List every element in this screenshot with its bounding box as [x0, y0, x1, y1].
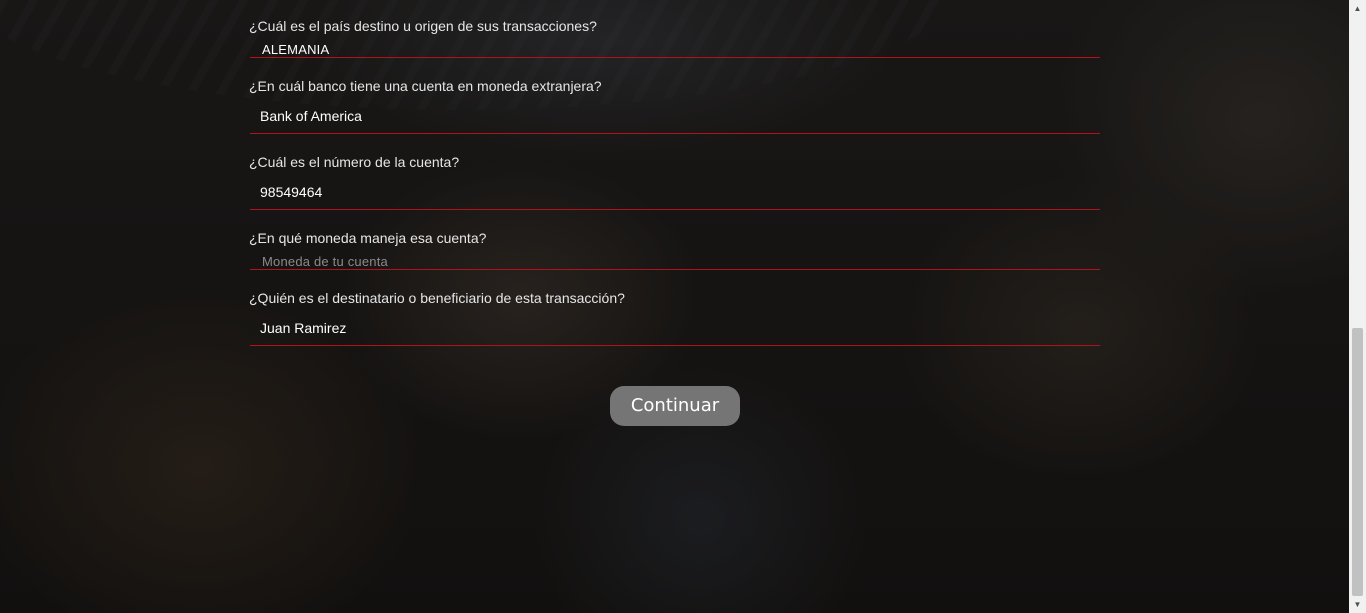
background-overlay	[0, 0, 1349, 613]
triangle-up-icon[interactable]: ▲	[1349, 0, 1366, 17]
country-input[interactable]	[262, 40, 1082, 58]
scrollbar-thumb[interactable]	[1352, 328, 1363, 596]
beneficiary-underline	[250, 345, 1100, 346]
account-number-underline	[250, 209, 1100, 210]
beneficiary-label: ¿Quién es el destinatario o beneficiario…	[249, 290, 625, 306]
background-photo	[0, 0, 1349, 613]
currency-input[interactable]	[262, 252, 1082, 270]
country-label: ¿Cuál es el país destino u origen de sus…	[249, 18, 597, 34]
bank-label: ¿En cuál banco tiene una cuenta en moned…	[249, 78, 602, 94]
currency-underline	[250, 269, 1100, 270]
country-underline	[250, 57, 1100, 58]
bank-input[interactable]	[260, 107, 1080, 125]
account-number-label: ¿Cuál es el número de la cuenta?	[249, 154, 460, 170]
continue-button[interactable]: Continuar	[610, 386, 740, 426]
bank-underline	[250, 133, 1100, 134]
beneficiary-input[interactable]	[260, 319, 1080, 337]
currency-label: ¿En qué moneda maneja esa cuenta?	[249, 230, 487, 246]
account-number-input[interactable]	[260, 183, 1080, 201]
triangle-down-icon[interactable]: ▼	[1349, 596, 1366, 613]
